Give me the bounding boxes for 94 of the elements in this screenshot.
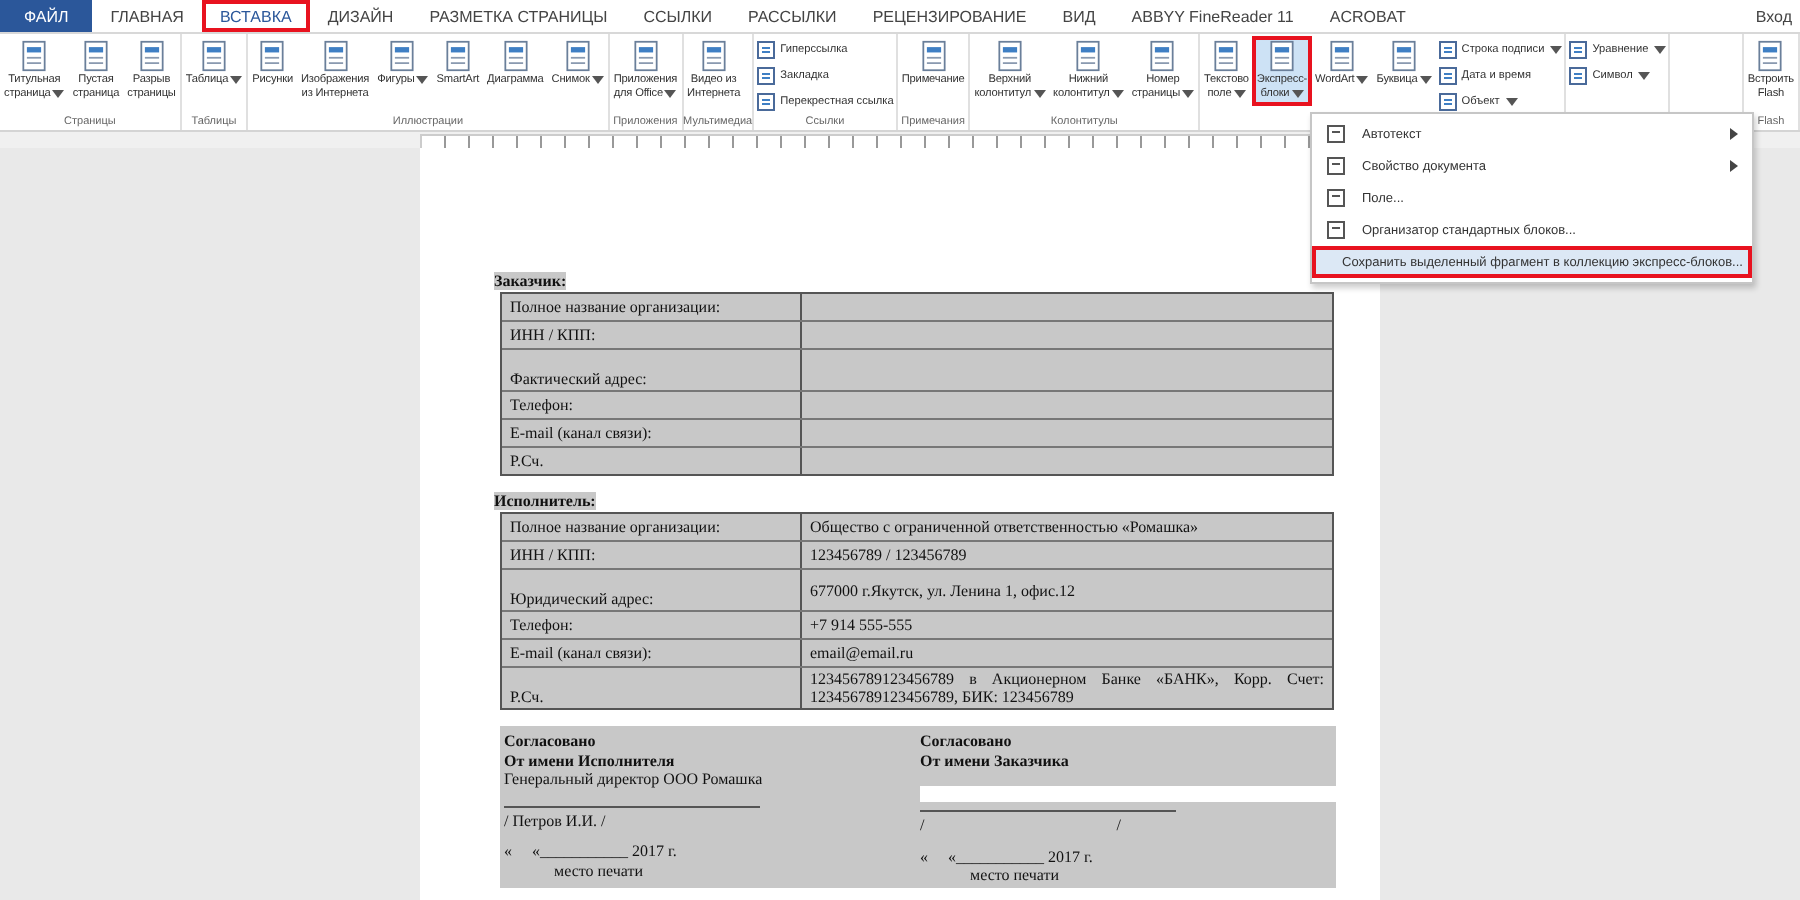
- caret-icon: [1233, 89, 1246, 98]
- caret-icon: [1505, 98, 1518, 106]
- caret-icon: [1033, 89, 1046, 98]
- table-cell: Р.Сч.: [502, 668, 802, 708]
- caret-icon: [1182, 89, 1195, 98]
- table-cell: E-mail (канал связи):: [502, 640, 802, 666]
- ribbon-tab[interactable]: ВИД: [1044, 0, 1114, 32]
- table-cell: +7 914 555-555: [802, 612, 1332, 638]
- ribbon-tab[interactable]: ACROBAT: [1311, 0, 1424, 32]
- page-icon: [1210, 40, 1243, 72]
- caret-icon: [52, 89, 65, 98]
- caret-icon: [230, 75, 243, 84]
- sign-in-link[interactable]: Вход: [1755, 0, 1800, 32]
- ribbon-tab[interactable]: РЕЦЕНЗИРОВАНИЕ: [854, 0, 1045, 32]
- page-icon: [319, 40, 352, 72]
- table-cell: Телефон:: [502, 392, 802, 418]
- page-icon: [1568, 40, 1589, 60]
- section-heading: Исполнитель:: [494, 492, 596, 510]
- ribbon-tab[interactable]: ССЫЛКИ: [625, 0, 731, 32]
- table-cell: 677000 г.Якутск, ул. Ленина 1, офис.12: [802, 570, 1332, 610]
- page-icon: [697, 40, 730, 72]
- table-cell: Фактический адрес:: [502, 350, 802, 390]
- page-icon: [1388, 40, 1421, 72]
- table-cell: Полное название организации:: [502, 514, 802, 540]
- caret-icon: [1654, 46, 1667, 54]
- signature-text: От имени Заказчика: [920, 751, 1071, 770]
- page-icon: [993, 40, 1026, 72]
- caret-icon: [1111, 89, 1124, 98]
- table-cell: email@email.ru: [802, 640, 1332, 666]
- table-cell: Р.Сч.: [502, 448, 802, 474]
- page-icon: [917, 40, 950, 72]
- caret-icon: [1550, 46, 1563, 54]
- page-icon: [756, 92, 777, 112]
- ribbon-tab[interactable]: ГЛАВНАЯ: [92, 0, 202, 32]
- page-icon: [256, 40, 289, 72]
- signature-text: Согласовано: [504, 732, 598, 751]
- table-cell: ИНН / КПП:: [502, 322, 802, 348]
- caret-icon: [664, 89, 677, 98]
- caret-icon: [1638, 72, 1651, 80]
- page-icon: [1072, 40, 1105, 72]
- signature-text: место печати: [968, 866, 1062, 885]
- table-cell: Юридический адрес:: [502, 570, 802, 610]
- signature-text: / /: [920, 816, 1123, 835]
- page-icon: [135, 40, 168, 72]
- signature-text: Согласовано: [920, 732, 1014, 751]
- page-icon: [756, 66, 777, 86]
- page-icon: [1437, 66, 1458, 86]
- page-icon: [1568, 66, 1589, 86]
- submenu-arrow-icon: [1730, 128, 1738, 140]
- page-icon: [1265, 40, 1298, 72]
- ribbon-tab[interactable]: ВСТАВКА: [201, 0, 310, 32]
- page-icon: [1754, 40, 1787, 72]
- caret-icon: [591, 75, 604, 84]
- ribbon-tab[interactable]: ФАЙЛ: [0, 0, 93, 32]
- page-icon: [1437, 40, 1458, 60]
- page-icon: [386, 40, 419, 72]
- signature-text: / Петров И.И. /: [504, 811, 608, 830]
- page-icon: [1326, 188, 1346, 208]
- ribbon-tab[interactable]: ДИЗАЙН: [309, 0, 412, 32]
- page-icon: [1326, 124, 1346, 144]
- input-field[interactable]: [920, 786, 1336, 802]
- page-icon: [561, 40, 594, 72]
- signature-text: Генеральный директор ООО Ромашка: [504, 770, 765, 789]
- ribbon-tab[interactable]: РАССЫЛКИ: [730, 0, 855, 32]
- page-icon: [1325, 40, 1358, 72]
- caret-icon: [1419, 75, 1432, 84]
- table-cell: ИНН / КПП:: [502, 542, 802, 568]
- page-icon: [1326, 156, 1346, 176]
- page-icon: [18, 40, 51, 72]
- section-heading: Заказчик:: [494, 272, 567, 290]
- page-icon: [441, 40, 474, 72]
- table-cell: Телефон:: [502, 612, 802, 638]
- table-cell: E-mail (канал связи):: [502, 420, 802, 446]
- page-icon: [756, 40, 777, 60]
- caret-icon: [416, 75, 429, 84]
- signature-text: « «___________ 2017 г.: [504, 842, 679, 861]
- ribbon-tab[interactable]: ABBYY FineReader 11: [1113, 0, 1312, 32]
- submenu-arrow-icon: [1730, 160, 1738, 172]
- table-cell: 123456789 / 123456789: [802, 542, 1332, 568]
- table-cell: Полное название организации:: [502, 294, 802, 320]
- page-icon: [197, 40, 230, 72]
- page-icon: [499, 40, 532, 72]
- caret-icon: [1356, 75, 1369, 84]
- table-cell: Общество с ограниченной ответственностью «Ромашка»: [802, 514, 1332, 540]
- signature-text: место печати: [552, 861, 646, 880]
- caret-icon: [1291, 89, 1304, 98]
- signature-text: От имени Исполнителя: [504, 751, 677, 770]
- page-icon: [1146, 40, 1179, 72]
- page-icon: [629, 40, 662, 72]
- signature-text: « «___________ 2017 г.: [920, 847, 1095, 866]
- table-cell: 123456789123456789 в Акционерном Банке «БАНК», Корр. Счет: 123456789123456789, БИК: 123456789: [802, 668, 1332, 708]
- page-icon: [79, 40, 112, 72]
- page-icon: [1326, 220, 1346, 240]
- ribbon-tab[interactable]: РАЗМЕТКА СТРАНИЦЫ: [411, 0, 626, 32]
